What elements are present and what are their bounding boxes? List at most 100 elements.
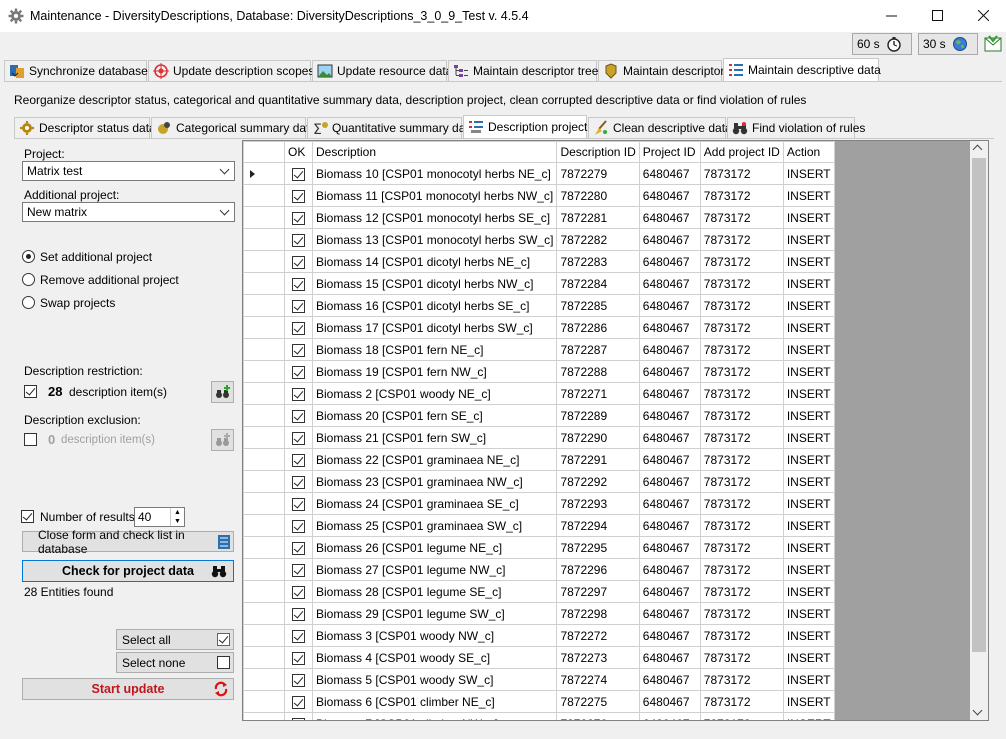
column-header-add-project-id[interactable]: Add project ID xyxy=(699,141,784,163)
project-id-cell[interactable]: 6480467 xyxy=(638,316,701,339)
table-row[interactable]: Biomass 11 [CSP01 monocotyl herbs NW_c] 7… xyxy=(243,184,835,207)
description-cell[interactable]: Biomass 26 [CSP01 legume NE_c] xyxy=(311,536,558,559)
table-row[interactable]: Biomass 20 [CSP01 fern SE_c] 7872289 64804… xyxy=(243,404,835,427)
description-cell[interactable]: Biomass 22 [CSP01 graminaea NE_c] xyxy=(311,448,558,471)
add-project-id-cell[interactable]: 7873172 xyxy=(699,404,784,427)
ok-cell[interactable] xyxy=(284,360,313,383)
row-header[interactable] xyxy=(243,668,285,691)
description-id-cell[interactable]: 7872274 xyxy=(556,668,640,691)
description-id-cell[interactable]: 7872295 xyxy=(556,536,640,559)
project-id-cell[interactable]: 6480467 xyxy=(638,162,701,185)
action-cell[interactable]: INSERT xyxy=(782,426,835,449)
description-cell[interactable]: Biomass 21 [CSP01 fern SW_c] xyxy=(311,426,558,449)
ok-cell[interactable] xyxy=(284,448,313,471)
description-cell[interactable]: Biomass 5 [CSP01 woody SW_c] xyxy=(311,668,558,691)
row-header[interactable] xyxy=(243,382,285,405)
swap-projects-radio[interactable] xyxy=(22,296,35,309)
scrollbar-thumb[interactable] xyxy=(972,158,986,652)
ok-checkbox[interactable] xyxy=(292,233,305,247)
table-row[interactable]: Biomass 22 [CSP01 graminaea NE_c] 7872291… xyxy=(243,448,835,471)
ok-cell[interactable] xyxy=(284,162,313,185)
description-id-cell[interactable]: 7872284 xyxy=(556,272,640,295)
ok-checkbox[interactable] xyxy=(292,409,305,423)
action-cell[interactable]: INSERT xyxy=(782,316,835,339)
description-id-cell[interactable]: 7872285 xyxy=(556,294,640,317)
tab-update-resource-data[interactable]: Update resource data xyxy=(312,60,452,81)
row-header[interactable] xyxy=(243,272,285,295)
scroll-up-icon[interactable] xyxy=(972,144,983,155)
ok-checkbox[interactable] xyxy=(292,651,305,665)
action-cell[interactable]: INSERT xyxy=(782,690,835,713)
description-id-cell[interactable]: 7872275 xyxy=(556,690,640,713)
row-header[interactable] xyxy=(243,448,285,471)
table-row[interactable]: Biomass 23 [CSP01 graminaea NW_c] 7872292… xyxy=(243,470,835,493)
table-row[interactable]: Biomass 10 [CSP01 monocotyl herbs NE_c] 7… xyxy=(243,162,835,185)
table-row[interactable]: Biomass 6 [CSP01 climber NE_c] 7872275 648… xyxy=(243,690,835,713)
add-project-id-cell[interactable]: 7873172 xyxy=(699,712,784,720)
exclusion-search-button[interactable] xyxy=(211,429,234,451)
set-additional-project-radio[interactable] xyxy=(22,250,35,263)
ok-cell[interactable] xyxy=(284,426,313,449)
project-id-cell[interactable]: 6480467 xyxy=(638,404,701,427)
ok-cell[interactable] xyxy=(284,470,313,493)
subtab-find-violation-of-rules[interactable]: Find violation of rules xyxy=(727,117,865,138)
description-id-cell[interactable]: 7872279 xyxy=(556,162,640,185)
ok-cell[interactable] xyxy=(284,294,313,317)
description-id-cell[interactable]: 7872289 xyxy=(556,404,640,427)
ok-cell[interactable] xyxy=(284,668,313,691)
table-row[interactable]: Biomass 12 [CSP01 monocotyl herbs SE_c] 7… xyxy=(243,206,835,229)
row-header[interactable] xyxy=(243,184,285,207)
project-id-cell[interactable]: 6480467 xyxy=(638,426,701,449)
description-cell[interactable]: Biomass 12 [CSP01 monocotyl herbs SE_c] xyxy=(311,206,558,229)
action-cell[interactable]: INSERT xyxy=(782,360,835,383)
description-id-cell[interactable]: 7872276 xyxy=(556,712,640,720)
ok-checkbox[interactable] xyxy=(292,255,305,269)
project-id-cell[interactable]: 6480467 xyxy=(638,470,701,493)
timer-30s-button[interactable]: 30 s xyxy=(918,33,978,55)
row-header[interactable] xyxy=(243,338,285,361)
table-row[interactable]: Biomass 13 [CSP01 monocotyl herbs SW_c] 7… xyxy=(243,228,835,251)
project-select[interactable]: Matrix test xyxy=(22,161,235,181)
action-cell[interactable]: INSERT xyxy=(782,712,835,720)
project-id-cell[interactable]: 6480467 xyxy=(638,448,701,471)
table-row[interactable]: Biomass 19 [CSP01 fern NW_c] 7872288 64804… xyxy=(243,360,835,383)
table-row[interactable]: Biomass 16 [CSP01 dicotyl herbs SE_c] 787… xyxy=(243,294,835,317)
ok-checkbox[interactable] xyxy=(292,475,305,489)
add-project-id-cell[interactable]: 7873172 xyxy=(699,316,784,339)
table-row[interactable]: Biomass 2 [CSP01 woody NE_c] 7872271 64804… xyxy=(243,382,835,405)
description-cell[interactable]: Biomass 20 [CSP01 fern SE_c] xyxy=(311,404,558,427)
ok-cell[interactable] xyxy=(284,206,313,229)
ok-checkbox[interactable] xyxy=(292,695,305,709)
add-project-id-cell[interactable]: 7873172 xyxy=(699,558,784,581)
description-cell[interactable]: Biomass 4 [CSP01 woody SE_c] xyxy=(311,646,558,669)
add-project-id-cell[interactable]: 7873172 xyxy=(699,206,784,229)
subtab-clean-descriptive-data[interactable]: Clean descriptive data xyxy=(588,117,732,138)
table-row[interactable]: Biomass 5 [CSP01 woody SW_c] 7872274 64804… xyxy=(243,668,835,691)
ok-checkbox[interactable] xyxy=(292,497,305,511)
description-cell[interactable]: Biomass 27 [CSP01 legume NW_c] xyxy=(311,558,558,581)
description-id-cell[interactable]: 7872297 xyxy=(556,580,640,603)
project-id-cell[interactable]: 6480467 xyxy=(638,514,701,537)
row-header[interactable] xyxy=(243,558,285,581)
column-header-ok[interactable]: OK xyxy=(284,141,313,163)
description-cell[interactable]: Biomass 24 [CSP01 graminaea SE_c] xyxy=(311,492,558,515)
row-header[interactable] xyxy=(243,426,285,449)
tab-maintain-descriptor-trees[interactable]: Maintain descriptor trees xyxy=(448,60,604,81)
subtab-descriptor-status-data[interactable]: Descriptor status data xyxy=(14,117,156,138)
ok-cell[interactable] xyxy=(284,558,313,581)
action-cell[interactable]: INSERT xyxy=(782,624,835,647)
row-header[interactable] xyxy=(243,492,285,515)
description-id-cell[interactable]: 7872293 xyxy=(556,492,640,515)
add-project-id-cell[interactable]: 7873172 xyxy=(699,228,784,251)
column-header-description[interactable]: Description xyxy=(311,141,558,163)
project-id-cell[interactable]: 6480467 xyxy=(638,382,701,405)
ok-cell[interactable] xyxy=(284,712,313,720)
project-id-cell[interactable]: 6480467 xyxy=(638,712,701,720)
ok-checkbox[interactable] xyxy=(292,277,305,291)
ok-checkbox[interactable] xyxy=(292,717,305,720)
table-row[interactable]: Biomass 27 [CSP01 legume NW_c] 7872296 648… xyxy=(243,558,835,581)
scroll-down-icon[interactable] xyxy=(972,705,983,716)
description-id-cell[interactable]: 7872287 xyxy=(556,338,640,361)
table-row[interactable]: Biomass 18 [CSP01 fern NE_c] 7872287 64804… xyxy=(243,338,835,361)
spin-down-icon[interactable]: ▼ xyxy=(170,517,184,526)
